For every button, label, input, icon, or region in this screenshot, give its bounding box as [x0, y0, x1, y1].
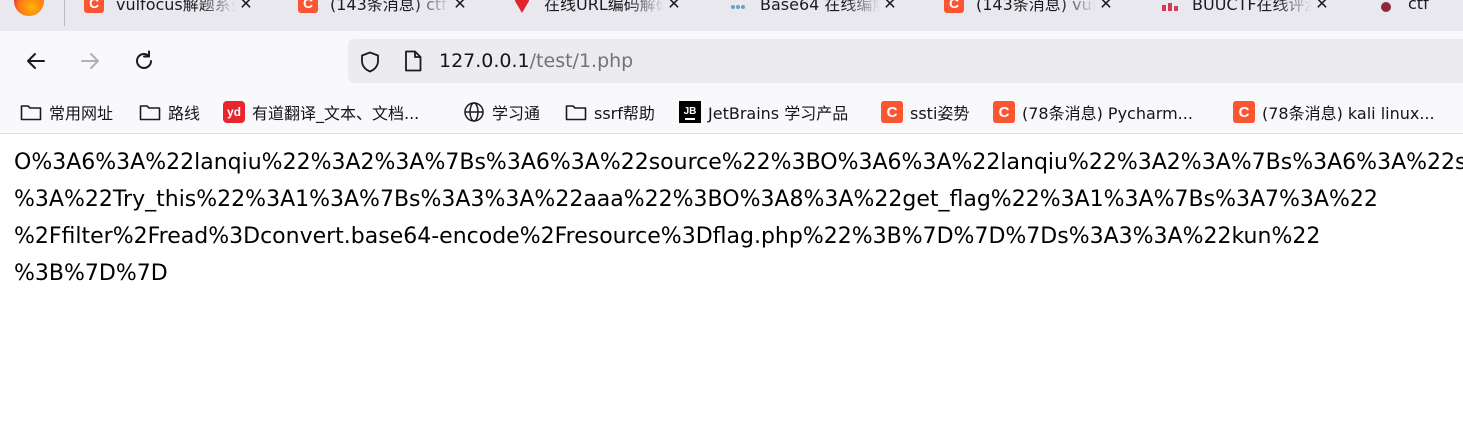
tab-strip: C vulfocus解题系列 ✕ C (143条消息) ctf ✕ 在线URL编…	[0, 0, 1463, 31]
url-path: /test/1.php	[529, 50, 634, 72]
youdao-icon: yd	[223, 101, 245, 123]
bookmark-label: ssti姿势	[910, 104, 970, 123]
close-icon[interactable]: ✕	[1314, 0, 1330, 13]
csdn-icon: C	[1233, 101, 1255, 123]
globe-icon	[463, 101, 485, 123]
jetbrains-icon: JB	[679, 101, 701, 123]
reload-button[interactable]	[128, 45, 160, 77]
buuctf-icon	[1160, 0, 1180, 13]
output-line: %3B%7D%7D	[14, 261, 168, 286]
back-button[interactable]	[20, 45, 52, 77]
tab-divider	[64, 0, 65, 26]
bookmark-label: ssrf帮助	[594, 104, 655, 123]
tab-vulfocus[interactable]: C vulfocus解题系列 ✕	[84, 0, 254, 18]
bookmark-pycharm[interactable]: C (78条消息) Pycharm...	[993, 100, 1193, 124]
bookmark-ssrf[interactable]: ssrf帮助	[565, 100, 655, 124]
tab-ctf[interactable]: ctf	[1376, 0, 1458, 18]
shield-icon[interactable]	[358, 50, 382, 78]
reload-icon	[136, 50, 152, 69]
tab-csdn-ctf[interactable]: C (143条消息) ctf ✕	[298, 0, 468, 18]
tab-buuctf[interactable]: BUUCTF在线评测 ✕	[1160, 0, 1330, 18]
csdn-icon: C	[881, 101, 903, 123]
jetbrains-icon-text: JB	[683, 105, 697, 117]
navigation-toolbar: 127.0.0.1/test/1.php	[0, 31, 1463, 90]
bookmark-label: JetBrains 学习产品	[708, 104, 849, 123]
base64-icon	[728, 0, 748, 13]
page-body: O%3A6%3A%22lanqiu%22%3A2%3A%7Bs%3A6%3A%2…	[14, 144, 1463, 292]
url-host: 127.0.0.1	[439, 50, 530, 72]
bookmark-label: 路线	[168, 104, 201, 123]
bookmark-youdao[interactable]: yd 有道翻译_文本、文档...	[223, 100, 419, 124]
bookmark-luxian[interactable]: 路线	[139, 100, 200, 124]
csdn-icon: C	[993, 101, 1015, 123]
tab-base64[interactable]: Base64 在线编解码 ✕	[728, 0, 898, 18]
folder-icon	[565, 101, 587, 123]
bookmark-changyong[interactable]: 常用网址	[20, 100, 113, 124]
tab-csdn-vul[interactable]: C (143条消息) vul ✕	[944, 0, 1114, 18]
bookmark-jetbrains[interactable]: JB JetBrains 学习产品	[679, 100, 848, 124]
url-text[interactable]: 127.0.0.1/test/1.php	[439, 50, 633, 72]
pin-icon	[512, 0, 532, 13]
close-icon[interactable]: ✕	[452, 0, 468, 13]
output-line: %3A%22Try_this%22%3A1%3A%7Bs%3A3%3A%22aa…	[14, 187, 1378, 212]
tab-title: BUUCTF在线评测	[1192, 0, 1312, 14]
tab-title: (143条消息) ctf	[330, 0, 447, 14]
folder-icon	[139, 101, 161, 123]
tab-title: vulfocus解题系列	[116, 0, 236, 14]
bookmark-label: 有道翻译_文本、文档...	[252, 104, 420, 123]
arrow-left-icon	[27, 53, 45, 69]
tab-title: ctf	[1408, 0, 1429, 13]
bookmark-kali[interactable]: C (78条消息) kali linux...	[1233, 100, 1435, 124]
bookmark-ssti[interactable]: C ssti姿势	[881, 100, 969, 124]
ctf-icon	[1376, 0, 1396, 13]
close-icon[interactable]: ✕	[882, 0, 898, 13]
jetbrains-icon-bar	[685, 117, 695, 120]
output-line: %2Ffilter%2Fread%3Dconvert.base64-encode…	[14, 224, 1321, 249]
close-icon[interactable]: ✕	[666, 0, 682, 13]
bookmark-label: (78条消息) kali linux...	[1262, 104, 1435, 123]
close-icon[interactable]: ✕	[238, 0, 254, 13]
csdn-icon: C	[944, 0, 964, 13]
close-icon[interactable]: ✕	[1098, 0, 1114, 13]
tab-title: (143条消息) vul	[976, 0, 1096, 14]
folder-icon	[20, 101, 42, 123]
arrow-right-icon	[81, 53, 99, 69]
forward-button[interactable]	[74, 45, 106, 77]
bookmark-xuexitong[interactable]: 学习通	[463, 100, 540, 124]
address-bar[interactable]: 127.0.0.1/test/1.php	[348, 39, 1463, 83]
bookmark-label: 学习通	[492, 104, 541, 123]
page-icon[interactable]	[402, 49, 424, 77]
bookmark-label: (78条消息) Pycharm...	[1022, 104, 1193, 123]
tab-title: 在线URL编码解码	[544, 0, 664, 14]
tab-url-encoder[interactable]: 在线URL编码解码 ✕	[512, 0, 682, 18]
output-line: O%3A6%3A%22lanqiu%22%3A2%3A%7Bs%3A6%3A%2…	[14, 150, 1463, 175]
tab-title: Base64 在线编解码	[760, 0, 880, 14]
csdn-icon: C	[84, 0, 104, 13]
bookmarks-toolbar: 常用网址 路线 yd 有道翻译_文本、文档... 学习通 ssrf帮助 JB J…	[0, 90, 1463, 134]
firefox-icon[interactable]	[14, 0, 44, 16]
bookmark-label: 常用网址	[49, 104, 114, 123]
csdn-icon: C	[298, 0, 318, 13]
